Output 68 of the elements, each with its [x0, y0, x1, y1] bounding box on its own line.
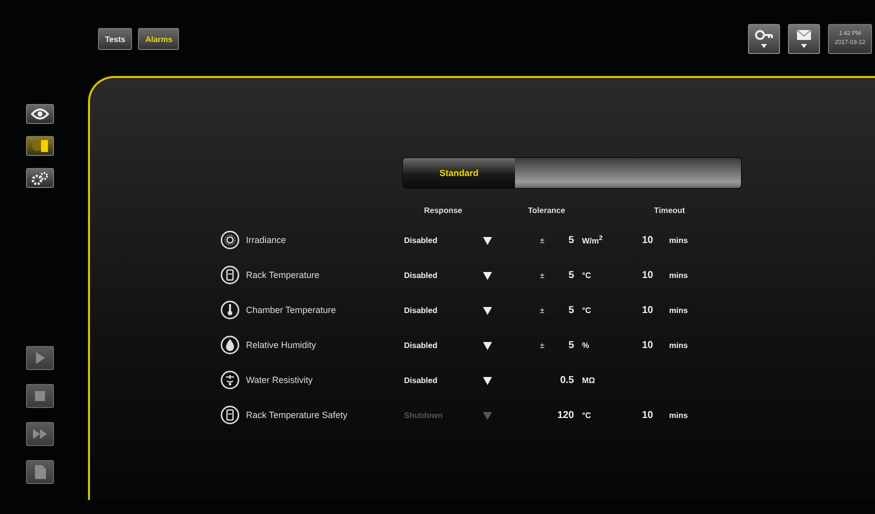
key-menu-button[interactable] — [748, 24, 780, 54]
plus-minus-sign: ± — [540, 306, 546, 314]
tolerance-unit: MΩ — [582, 376, 596, 384]
tolerance-unit: °C — [582, 410, 592, 420]
response-dropdown[interactable]: Disabled — [402, 376, 494, 384]
mail-menu-button[interactable] — [788, 24, 820, 54]
sun-icon — [220, 230, 240, 250]
caret-icon — [483, 270, 492, 280]
key-icon — [754, 28, 774, 50]
fast-forward-icon — [33, 429, 47, 439]
plus-minus-sign: ± — [540, 236, 546, 244]
response-dropdown[interactable]: Disabled — [402, 270, 494, 280]
alarm-name: Water Resistivity — [245, 375, 314, 385]
timeout-unit: mins — [669, 270, 688, 280]
tolerance-unit: °C — [582, 270, 592, 280]
tolerance-value: 0.5 — [559, 374, 575, 386]
response-dropdown[interactable]: Disabled — [402, 236, 494, 244]
response-dropdown[interactable]: Disabled — [402, 306, 494, 314]
caret-icon — [483, 340, 492, 350]
thermometer-icon — [220, 300, 240, 320]
timeout-unit: mins — [669, 340, 688, 350]
rack-icon — [220, 405, 240, 425]
tolerance-unit: °C — [582, 306, 592, 314]
column-header: Timeout — [653, 206, 686, 215]
alarm-button[interactable] — [26, 136, 54, 156]
timeout-value: 10 — [642, 234, 654, 246]
caret-icon — [483, 410, 492, 420]
timeout-value: 10 — [642, 304, 654, 316]
tab[interactable]: Tests — [98, 28, 132, 50]
segment-tab[interactable]: Standard — [403, 158, 515, 188]
timeout-value: 10 — [642, 340, 654, 350]
column-header: Response — [423, 206, 464, 215]
alarm-name: Rack Temperature — [245, 270, 320, 280]
timeout-value: 10 — [642, 270, 654, 280]
tolerance-value: 120 — [556, 410, 575, 420]
timeout-unit: mins — [669, 410, 688, 420]
tolerance-unit: W/m$^{2}$ — [582, 234, 604, 246]
caret-icon — [483, 376, 492, 384]
alarm-name: Relative Humidity — [245, 340, 318, 350]
gears-icon — [31, 171, 49, 185]
tolerance-value: 5 — [567, 340, 575, 350]
rack-icon — [220, 265, 240, 285]
tolerance-value: 5 — [567, 234, 575, 246]
timeout-unit: mins — [669, 306, 688, 314]
eye-icon — [31, 108, 49, 120]
caret-icon — [483, 236, 492, 244]
document-icon — [34, 465, 46, 479]
tolerance-value: 5 — [567, 304, 575, 316]
gears-button[interactable] — [26, 168, 54, 188]
drop-icon — [220, 335, 240, 355]
alarm-name: Chamber Temperature — [245, 305, 337, 315]
timeout-value: 10 — [642, 410, 654, 420]
play-icon — [35, 352, 45, 364]
response-dropdown[interactable]: Disabled — [402, 340, 494, 350]
envelope-icon — [794, 28, 814, 50]
alarm-icon — [31, 139, 49, 153]
timeout-unit: mins — [669, 236, 688, 244]
tolerance-unit: % — [582, 340, 590, 350]
plus-minus-sign: ± — [540, 270, 546, 280]
alarm-name: Rack Temperature Safety — [245, 410, 348, 420]
tab[interactable]: Alarms — [138, 28, 180, 50]
plus-minus-sign: ± — [540, 340, 546, 350]
eye-button[interactable] — [26, 104, 54, 124]
alarm-name: Irradiance — [245, 235, 288, 245]
stop-icon — [35, 391, 45, 401]
tolerance-value: 5 — [567, 270, 575, 280]
caret-icon — [483, 306, 492, 314]
column-header: Tolerance — [527, 206, 566, 215]
